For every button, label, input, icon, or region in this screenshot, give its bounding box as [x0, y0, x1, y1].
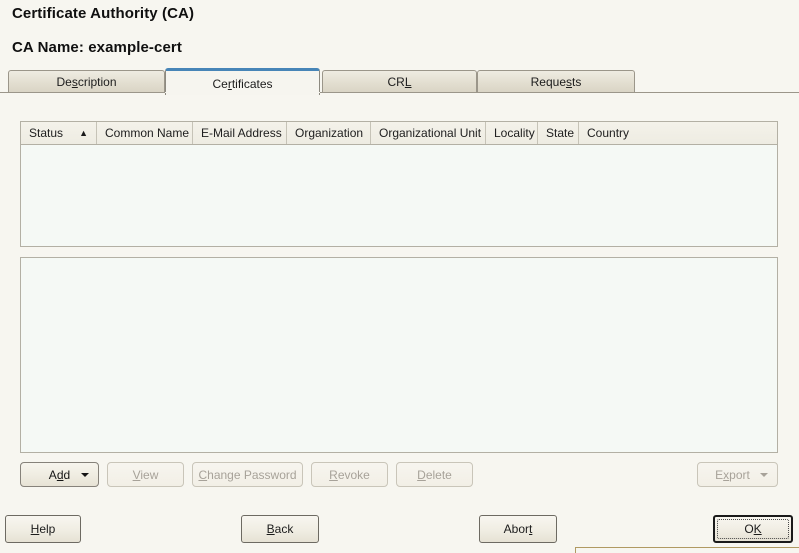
certificates-table: Status ▲ Common Name E-Mail Address Orga… — [20, 121, 778, 247]
tab-crl-accesskey: L — [405, 75, 412, 89]
view-button[interactable]: View — [107, 462, 184, 487]
back-accesskey: B — [267, 522, 275, 536]
column-header-country-label: Country — [587, 126, 629, 140]
column-header-locality[interactable]: Locality — [486, 122, 538, 144]
change-password-accesskey: C — [198, 468, 207, 482]
tab-bar: Description Certificates CRL Requests — [0, 68, 799, 93]
tab-crl-label-before: CR — [387, 75, 404, 89]
export-label-after: port — [729, 468, 750, 482]
column-header-status-label: Status — [29, 126, 63, 140]
chevron-down-icon[interactable] — [81, 473, 89, 477]
ok-button[interactable]: OK — [713, 515, 793, 543]
abort-label-before: Abor — [504, 522, 529, 536]
export-button-label: Export — [715, 468, 750, 482]
certificates-table-body[interactable] — [21, 145, 777, 246]
ok-accesskey: K — [754, 522, 762, 536]
tab-description[interactable]: Description — [8, 70, 165, 93]
view-label-after: iew — [140, 468, 158, 482]
back-label-after: ack — [275, 522, 294, 536]
page-title: Certificate Authority (CA) — [12, 5, 194, 22]
help-button-label: Help — [31, 522, 56, 536]
delete-accesskey: D — [417, 468, 426, 482]
tab-certificates[interactable]: Certificates — [165, 68, 320, 95]
change-password-button-label: Change Password — [198, 468, 296, 482]
change-password-label-after: hange Password — [207, 468, 296, 482]
window-bottom-edge — [575, 547, 799, 548]
ok-label-before: O — [744, 522, 753, 536]
column-header-state[interactable]: State — [538, 122, 579, 144]
column-header-status[interactable]: Status ▲ — [21, 122, 97, 144]
column-header-organizational-unit-label: Organizational Unit — [379, 126, 481, 140]
abort-button-label: Abort — [504, 522, 533, 536]
sort-ascending-icon: ▲ — [71, 129, 88, 138]
add-button-label: Add — [49, 468, 70, 482]
revoke-button[interactable]: Revoke — [311, 462, 388, 487]
certificates-table-header: Status ▲ Common Name E-Mail Address Orga… — [21, 122, 777, 145]
tab-requests[interactable]: Requests — [477, 70, 635, 93]
back-button[interactable]: Back — [241, 515, 319, 543]
revoke-accesskey: R — [329, 468, 338, 482]
back-button-label: Back — [267, 522, 294, 536]
tab-bar-underline — [0, 92, 799, 93]
delete-button-label: Delete — [417, 468, 452, 482]
column-header-email-address-label: E-Mail Address — [201, 126, 282, 140]
window-bottom-edge-corner — [575, 547, 576, 553]
add-accesskey: d — [57, 468, 64, 482]
revoke-button-label: Revoke — [329, 468, 370, 482]
ca-name-label: CA Name: example-cert — [12, 39, 182, 56]
tab-crl[interactable]: CRL — [322, 70, 477, 93]
help-button[interactable]: Help — [5, 515, 81, 543]
column-header-organization[interactable]: Organization — [287, 122, 371, 144]
column-header-email-address[interactable]: E-Mail Address — [193, 122, 287, 144]
tab-certificates-label-after: tificates — [232, 77, 273, 91]
tab-bar-underline-active-gap — [165, 92, 320, 93]
certificate-detail-panel[interactable] — [20, 257, 778, 453]
export-button[interactable]: Export — [697, 462, 778, 487]
column-header-locality-label: Locality — [494, 126, 535, 140]
column-header-country[interactable]: Country — [579, 122, 629, 144]
column-header-common-name[interactable]: Common Name — [97, 122, 193, 144]
delete-label-after: elete — [426, 468, 452, 482]
change-password-button[interactable]: Change Password — [192, 462, 303, 487]
column-header-state-label: State — [546, 126, 574, 140]
column-header-common-name-label: Common Name — [105, 126, 189, 140]
add-label-before: A — [49, 468, 57, 482]
ok-button-label: OK — [744, 522, 761, 536]
tab-description-label-before: De — [56, 75, 71, 89]
abort-accesskey: t — [529, 522, 532, 536]
tab-requests-label-before: Reque — [531, 75, 566, 89]
add-button[interactable]: Add — [20, 462, 99, 487]
column-header-organizational-unit[interactable]: Organizational Unit — [371, 122, 486, 144]
tab-description-label-after: cription — [78, 75, 117, 89]
view-button-label: View — [133, 468, 159, 482]
tab-certificates-label-before: Ce — [212, 77, 227, 91]
column-header-organization-label: Organization — [295, 126, 363, 140]
help-label-after: elp — [39, 522, 55, 536]
tab-requests-label-after: ts — [572, 75, 581, 89]
add-label-after: d — [64, 468, 71, 482]
export-label-before: E — [715, 468, 723, 482]
abort-button[interactable]: Abort — [479, 515, 557, 543]
revoke-label-after: evoke — [338, 468, 370, 482]
delete-button[interactable]: Delete — [396, 462, 473, 487]
chevron-down-icon-export[interactable] — [760, 473, 768, 477]
